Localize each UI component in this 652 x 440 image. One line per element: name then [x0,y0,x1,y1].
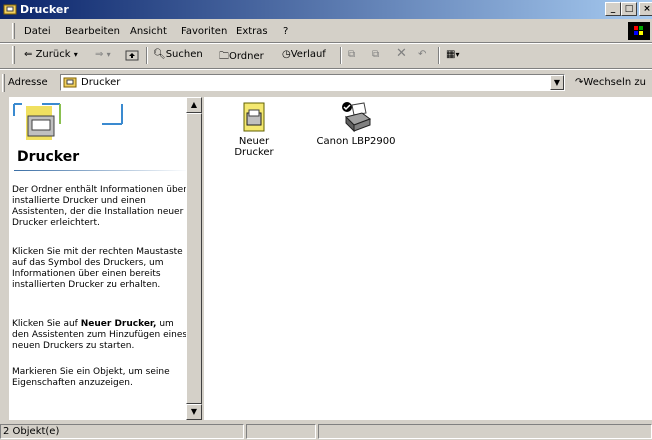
window-title: Drucker [20,3,69,16]
printer-folder-icon [63,77,77,88]
address-value: Drucker [81,77,121,88]
go-button[interactable]: ↷Wechseln zu [575,77,646,88]
scroll-thumb[interactable] [186,113,202,404]
delete-button[interactable]: ✕ [396,46,407,61]
copy-to-icon: ⧉ [372,49,380,60]
pane-paragraph-3: Klicken Sie auf Neuer Drucker, um den As… [12,319,192,352]
history-icon: ◷ [282,49,291,60]
maximize-button[interactable]: □ [621,2,637,16]
folders-label: Ordner [229,51,264,62]
move-to-icon: ⧉ [348,49,356,60]
undo-icon: ↶ [418,49,427,60]
pane-paragraph-4: Markieren Sie ein Objekt, um seine Eigen… [12,367,170,388]
views-button[interactable]: ▦▾ [446,49,459,60]
up-folder-button[interactable] [125,49,139,64]
item-label: Canon LBP2900 [316,136,396,147]
chevron-down-icon: ▾ [73,50,78,59]
search-button[interactable]: 🔍︎Suchen [153,49,203,60]
menu-bearbeiten[interactable]: Bearbeiten [65,26,120,37]
scroll-up-button[interactable]: ▲ [186,97,202,113]
address-dropdown-button[interactable]: ▼ [550,75,564,90]
delete-icon: ✕ [396,46,407,61]
item-label: Neuer Drucker [234,136,274,158]
status-panel-3 [318,424,652,439]
close-button[interactable]: × [639,2,652,16]
pane-paragraph-3-pre: Klicken Sie auf [12,319,81,329]
menu-ansicht[interactable]: Ansicht [130,26,167,37]
pane-paragraph-2: Klicken Sie mit der rechten Maustaste au… [12,247,183,290]
history-label: Verlauf [290,49,326,60]
printer-icon [342,102,372,133]
menu-bar: Datei Bearbeiten Ansicht Favoriten Extra… [0,21,652,41]
toolbar-grip[interactable] [12,46,15,64]
windows-logo-icon [628,22,650,40]
go-label: Wechseln zu [583,77,646,88]
search-icon: 🔍︎ [153,49,166,60]
back-label: Zurück [35,49,71,60]
pane-title-rule [14,170,189,171]
search-label: Suchen [165,49,203,60]
scroll-down-button[interactable]: ▼ [186,404,202,420]
folders-button[interactable]: 🗀Ordner [219,49,264,66]
minimize-button[interactable]: _ [605,2,621,16]
undo-button[interactable]: ↶ [418,49,426,60]
add-printer-icon [243,102,265,132]
menu-help[interactable]: ? [283,26,288,37]
folders-icon: 🗀 [219,51,229,62]
menu-grip[interactable] [12,23,15,39]
forward-button[interactable]: ⇒ ▾ [95,49,111,60]
back-arrow-icon: ⇐ [24,49,33,60]
title-bar: Drucker _ □ × [0,0,652,19]
pane-title: Drucker [17,149,80,165]
toolbar-separator [146,47,148,64]
toolbar: ⇐ Zurück ▾ ⇒ ▾ 🔍︎Suchen 🗀Ordner ◷Verlauf… [0,44,652,66]
chevron-down-icon: ▾ [106,50,111,59]
address-bar: Adresse Drucker ▼ ↷Wechseln zu [0,71,652,95]
item-canon-lbp2900[interactable]: Canon LBP2900 [316,101,396,147]
pane-paragraph-1: Der Ordner enthält Informationen über in… [12,185,187,228]
move-to-button[interactable]: ⧉ [348,49,355,60]
status-bar: 2 Objekt(e) [0,423,652,440]
printers-header-graphic [13,103,123,140]
toolbar-separator [340,47,342,64]
chevron-down-icon: ▾ [455,50,460,59]
file-view[interactable]: Neuer Drucker Canon LBP2900 [204,97,652,420]
address-input[interactable]: Drucker ▼ [60,74,565,91]
address-label: Adresse [8,77,48,88]
toolbar-separator-line [0,68,652,70]
pane-paragraph-3-bold: Neuer Drucker, [80,319,157,329]
back-button[interactable]: ⇐ Zurück ▾ [24,49,78,60]
toolbar-separator [438,47,440,64]
info-pane: Drucker Der Ordner enthält Informationen… [9,97,202,420]
address-grip[interactable] [2,74,5,92]
info-pane-scrollbar[interactable]: ▲ ▼ [186,97,202,420]
copy-to-button[interactable]: ⧉ [372,49,379,60]
menu-datei[interactable]: Datei [24,26,51,37]
menu-extras[interactable]: Extras [236,26,268,37]
up-folder-icon [125,50,139,61]
status-count: 2 Objekt(e) [0,424,244,439]
menu-favoriten[interactable]: Favoriten [181,26,227,37]
printer-folder-icon [3,4,17,15]
item-neuer-drucker[interactable]: Neuer Drucker [218,101,290,158]
status-panel-2 [246,424,316,439]
history-button[interactable]: ◷Verlauf [282,49,326,60]
